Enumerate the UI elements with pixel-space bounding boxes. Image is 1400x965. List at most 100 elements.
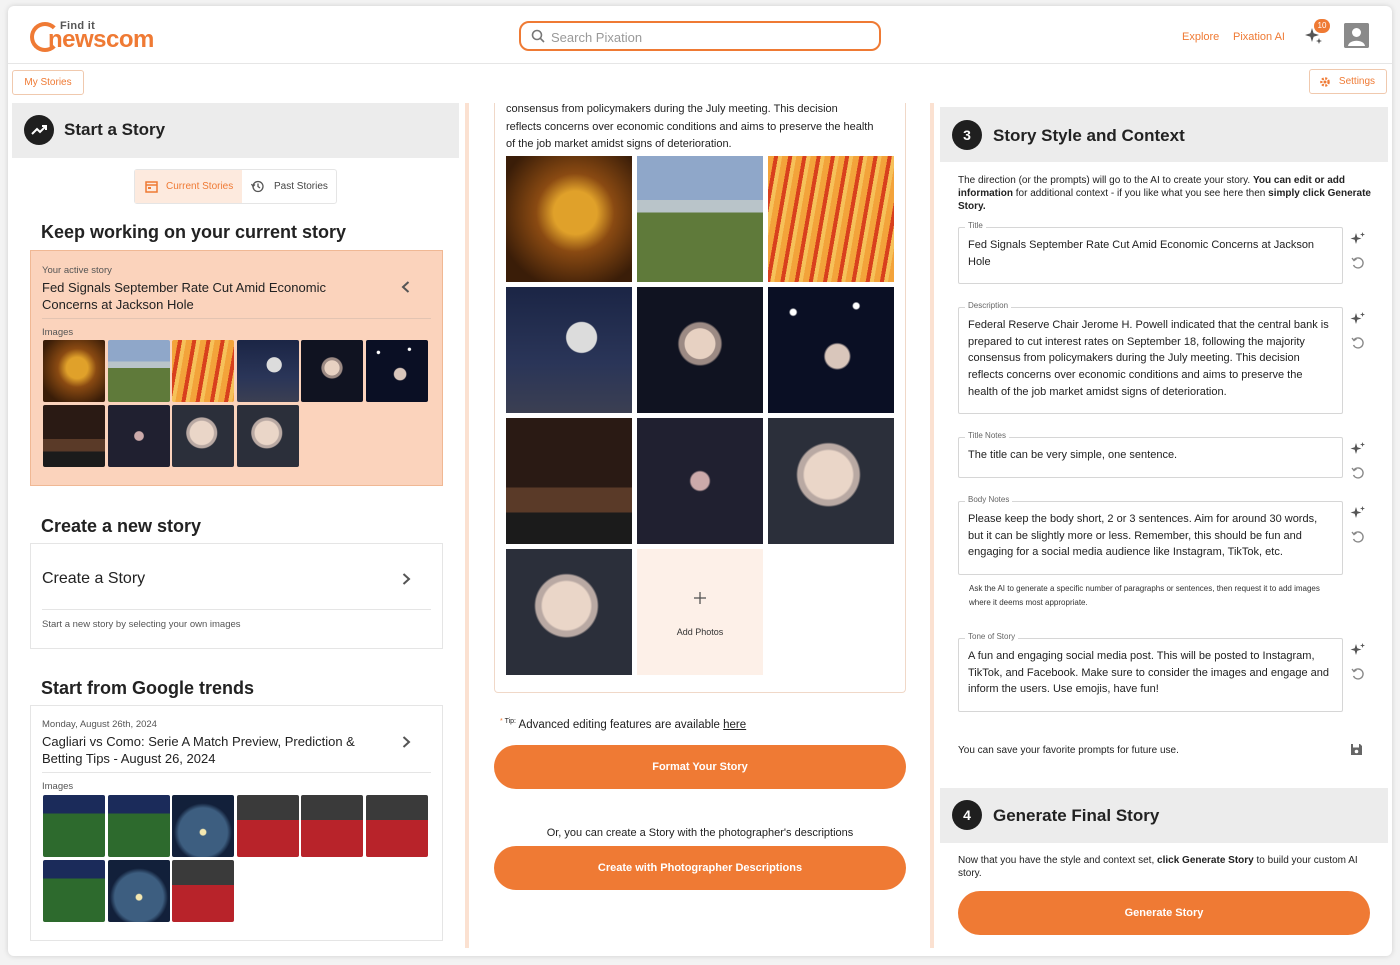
active-story-label: Your active story: [42, 265, 112, 276]
tip-text: Advanced editing features are available: [518, 718, 720, 731]
tip-marker: * Tip:: [500, 718, 516, 725]
active-story-title: Fed Signals September Rate Cut Amid Econ…: [42, 280, 326, 312]
chevron-left-icon[interactable]: [399, 280, 413, 294]
story-image-thumb[interactable]: [236, 340, 299, 402]
gear-icon: [1320, 77, 1330, 87]
images-label: Images: [42, 781, 74, 792]
title-field-value[interactable]: Fed Signals September Rate Cut Amid Econ…: [968, 237, 1333, 270]
plus-icon: [694, 592, 706, 604]
final-text: Now that you have the style and context …: [958, 855, 1155, 866]
trend-image-thumb[interactable]: [107, 795, 170, 857]
title-field[interactable]: Title Fed Signals September Rate Cut Ami…: [958, 221, 1343, 284]
tab-past-stories[interactable]: Past Stories: [242, 170, 337, 203]
step4-header: 4 Generate Final Story: [940, 788, 1388, 843]
tip-label: Tip:: [504, 718, 516, 725]
search-bar[interactable]: [519, 21, 881, 51]
tone-field-value[interactable]: A fun and engaging social media post. Th…: [968, 648, 1333, 698]
reset-icon[interactable]: [1350, 465, 1366, 481]
trend-image-thumb[interactable]: [107, 860, 170, 922]
story-photo[interactable]: [506, 287, 632, 413]
story-photo[interactable]: [768, 418, 894, 544]
body-notes-value[interactable]: Please keep the body short, 2 or 3 sente…: [968, 511, 1333, 561]
story-image-thumb[interactable]: [107, 405, 170, 467]
trending-icon: [24, 115, 54, 145]
active-story-card[interactable]: Your active story Fed Signals September …: [30, 250, 443, 486]
chevron-right-icon[interactable]: [399, 572, 413, 586]
trend-image-thumb[interactable]: [365, 795, 428, 857]
user-avatar[interactable]: [1344, 23, 1369, 48]
story-photo[interactable]: [768, 287, 894, 413]
story-image-thumb[interactable]: [43, 405, 105, 467]
trend-story-card[interactable]: Monday, August 26th, 2024 Cagliari vs Co…: [30, 705, 443, 941]
user-icon: [1344, 23, 1369, 48]
save-icon[interactable]: [1350, 743, 1363, 756]
trend-image-thumb[interactable]: [172, 860, 234, 922]
tab-current-stories[interactable]: Current Stories: [135, 170, 242, 203]
create-story-card[interactable]: Create a Story Start a new story by sele…: [30, 543, 443, 649]
story-photo[interactable]: [768, 156, 894, 282]
trend-image-thumb[interactable]: [236, 795, 299, 857]
trend-image-thumb[interactable]: [43, 860, 105, 922]
create-story-title: Create a Story: [42, 570, 146, 587]
search-icon: [531, 29, 545, 43]
trend-image-thumb[interactable]: [43, 795, 105, 857]
step4-intro: Now that you have the style and context …: [958, 854, 1368, 880]
ai-sparkle-icon[interactable]: [1350, 642, 1366, 658]
description-field-value[interactable]: Federal Reserve Chair Jerome H. Powell i…: [968, 317, 1333, 401]
ai-sparkle-icon[interactable]: [1350, 441, 1366, 457]
story-image-thumb[interactable]: [107, 340, 170, 402]
body-notes-field[interactable]: Body Notes Please keep the body short, 2…: [958, 495, 1343, 575]
column-divider: [930, 103, 934, 948]
step3-header: 3 Story Style and Context: [940, 107, 1388, 162]
final-bold: click Generate Story: [1157, 855, 1254, 866]
ai-sparkle-icon[interactable]: [1350, 231, 1366, 247]
intro-text: The direction (or the prompts) will go t…: [958, 175, 1251, 186]
step4-title: Generate Final Story: [993, 806, 1160, 825]
story-image-thumb[interactable]: [172, 340, 234, 402]
title-notes-field[interactable]: Title Notes The title can be very simple…: [958, 431, 1343, 478]
story-image-thumb[interactable]: [301, 340, 363, 402]
add-photos-label: Add Photos: [676, 627, 724, 637]
reset-icon[interactable]: [1350, 255, 1366, 271]
story-photo[interactable]: [506, 156, 632, 282]
my-stories-button[interactable]: My Stories: [12, 70, 84, 95]
story-photo[interactable]: [637, 418, 763, 544]
start-story-header: Start a Story: [12, 103, 459, 158]
reset-icon[interactable]: [1350, 666, 1366, 682]
ai-sparkle-icon[interactable]: [1350, 505, 1366, 521]
reset-icon[interactable]: [1350, 335, 1366, 351]
story-image-thumb[interactable]: [43, 340, 105, 402]
trend-image-thumb[interactable]: [301, 795, 363, 857]
nav-pixation-ai[interactable]: Pixation AI: [1233, 31, 1285, 43]
format-story-button[interactable]: Format Your Story: [494, 745, 906, 789]
step3-intro: The direction (or the prompts) will go t…: [958, 174, 1378, 213]
story-photo[interactable]: [506, 549, 632, 675]
title-notes-value[interactable]: The title can be very simple, one senten…: [968, 447, 1333, 464]
story-photo[interactable]: [637, 156, 763, 282]
story-image-thumb[interactable]: [172, 405, 234, 467]
generate-story-button[interactable]: Generate Story: [958, 891, 1370, 935]
trend-image-thumb[interactable]: [172, 795, 234, 857]
description-field[interactable]: Description Federal Reserve Chair Jerome…: [958, 301, 1343, 414]
story-image-thumb[interactable]: [236, 405, 299, 467]
reset-icon[interactable]: [1350, 529, 1366, 545]
chevron-right-icon[interactable]: [399, 735, 413, 749]
notification-badge: 10: [1314, 19, 1330, 33]
story-image-thumb[interactable]: [365, 340, 428, 402]
settings-button[interactable]: Settings: [1309, 69, 1387, 94]
column-divider: [465, 103, 469, 948]
newscom-logo[interactable]: Find it newscom: [30, 18, 160, 54]
search-input[interactable]: [551, 26, 871, 48]
nav-explore[interactable]: Explore: [1182, 31, 1219, 43]
tone-field-label: Tone of Story: [965, 632, 1019, 641]
tip-here-link[interactable]: here: [723, 719, 746, 731]
create-story-desc: Start a new story by selecting your own …: [42, 619, 241, 630]
tone-field[interactable]: Tone of Story A fun and engaging social …: [958, 632, 1343, 712]
story-photo[interactable]: [506, 418, 632, 544]
story-photo[interactable]: [637, 287, 763, 413]
ai-sparkle-icon[interactable]: [1350, 311, 1366, 327]
photographer-descriptions-button[interactable]: Create with Photographer Descriptions: [494, 846, 906, 890]
tab-current-label: Current Stories: [166, 181, 234, 192]
trend-date: Monday, August 26th, 2024: [42, 719, 157, 730]
add-photos-button[interactable]: Add Photos: [637, 549, 763, 675]
